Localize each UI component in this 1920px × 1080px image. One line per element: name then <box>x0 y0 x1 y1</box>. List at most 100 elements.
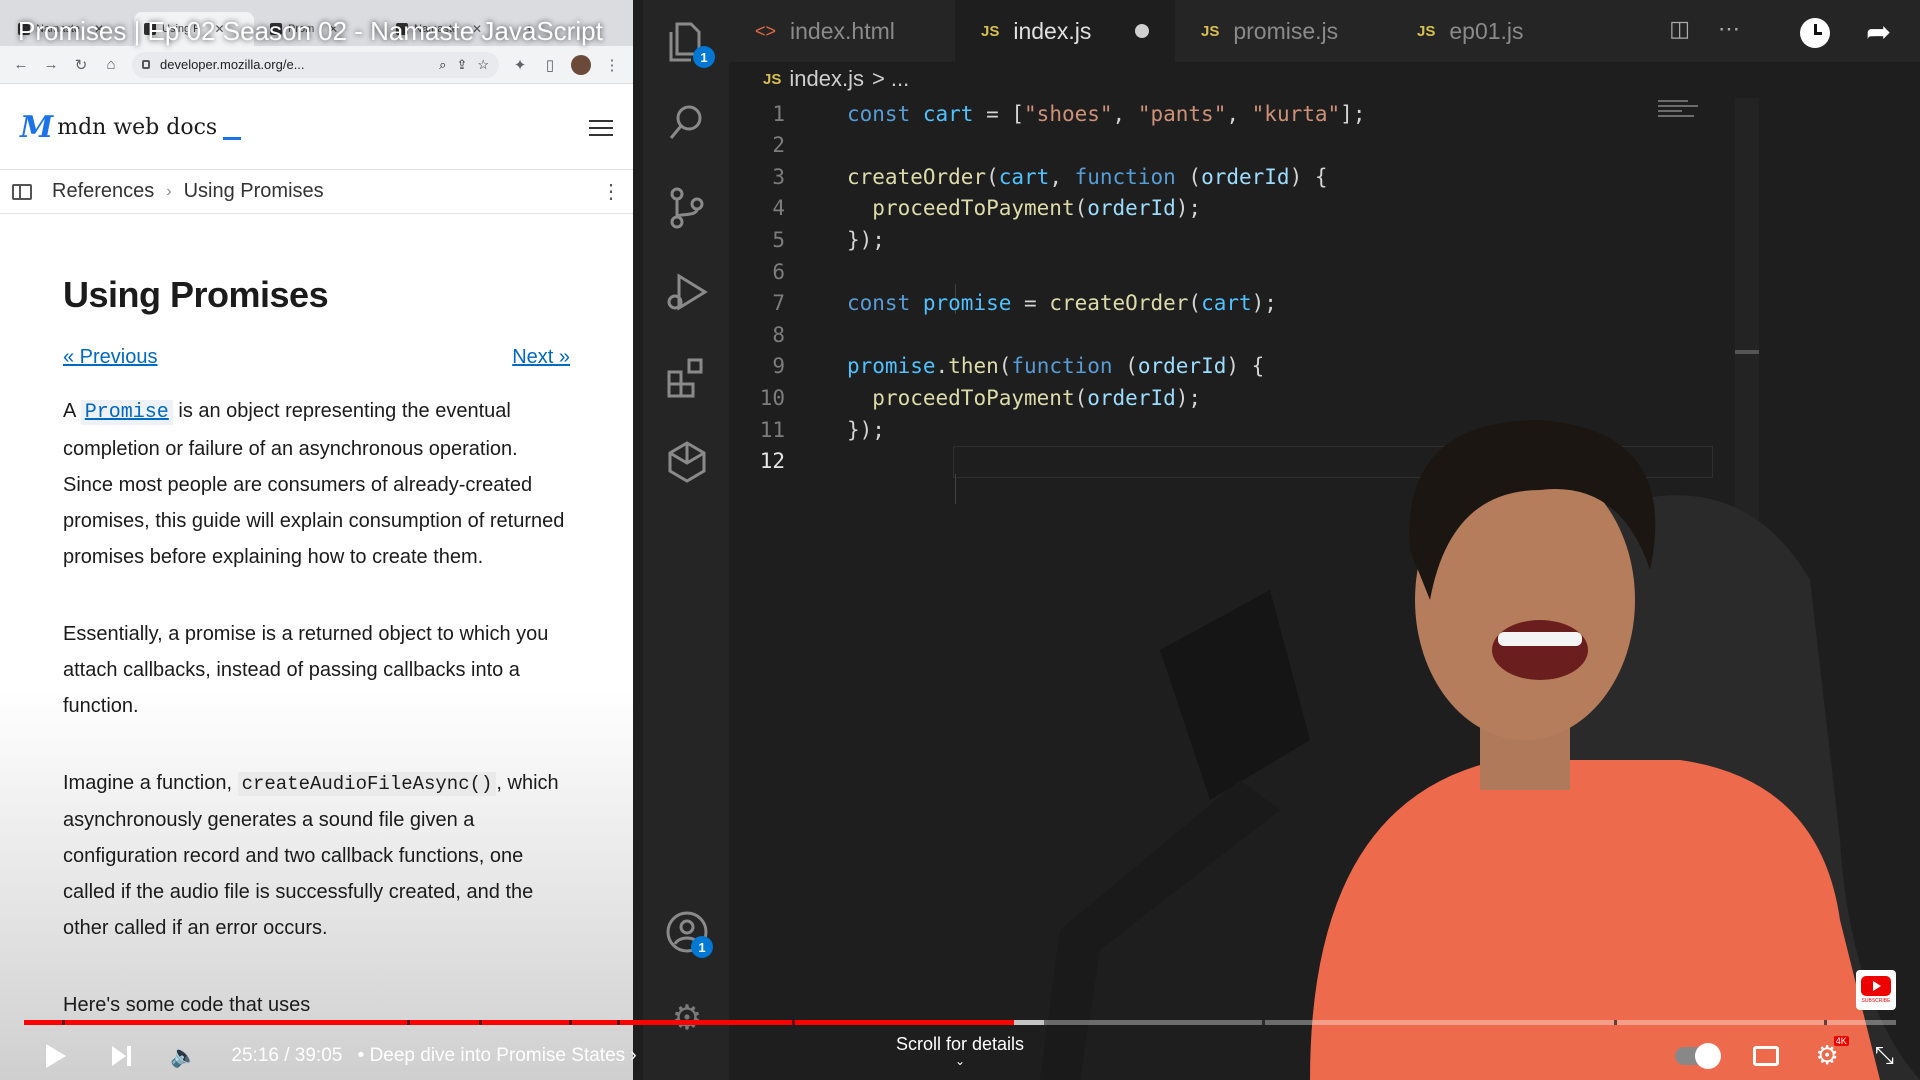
scroll-hint-text: Scroll for details <box>895 1034 1025 1054</box>
play-icon[interactable] <box>46 1044 66 1068</box>
tab-index-js[interactable]: JS index.js <box>955 0 1175 62</box>
next-video-icon[interactable] <box>112 1044 134 1068</box>
teeth-shape <box>1498 632 1582 646</box>
token: cart <box>998 164 1050 189</box>
prev-next-nav: « Previous Next » <box>63 346 570 369</box>
breadcrumb-file[interactable]: index.js <box>789 66 864 92</box>
token: = [ <box>973 101 1025 126</box>
chapter-divider <box>62 1020 65 1025</box>
tab-promise-js[interactable]: JS promise.js <box>1175 0 1391 62</box>
time-total: 39:05 <box>294 1045 343 1066</box>
scrollbar-thumb[interactable] <box>1735 350 1759 354</box>
chapter-title[interactable]: Deep dive into Promise States › <box>370 1045 637 1067</box>
token: . <box>935 354 949 379</box>
sidepanel-icon[interactable]: ▯ <box>541 56 559 74</box>
share-icon[interactable]: ➦ <box>1866 18 1900 48</box>
line-number: 8 <box>772 322 785 347</box>
token: , <box>1049 164 1075 189</box>
chapter-divider <box>792 1020 795 1025</box>
tab-ep01-js[interactable]: JS ep01.js <box>1391 0 1607 62</box>
breadcrumb-item-references[interactable]: References <box>52 180 154 203</box>
token: orderId <box>1137 354 1227 379</box>
reload-icon[interactable]: ↻ <box>72 56 90 74</box>
bookmark-star-icon[interactable]: ☆ <box>477 57 489 73</box>
forward-icon[interactable]: → <box>42 56 60 73</box>
mdn-logo-text[interactable]: mdn web docs <box>57 115 217 140</box>
video-frame: Namaste ✕ Using P ✕ Prom ✕ Namaste ✕ + ← <box>0 0 1920 1080</box>
token: ) { <box>1289 164 1328 189</box>
token: ( <box>998 354 1012 379</box>
chapter-divider <box>1262 1020 1265 1025</box>
paragraph-essentially: Essentially, a promise is a returned obj… <box>63 623 549 717</box>
exit-fullscreen-icon[interactable]: ⤡ <box>1875 1042 1894 1070</box>
extensions-icon[interactable] <box>665 356 709 400</box>
autoplay-toggle[interactable] <box>1675 1042 1722 1069</box>
more-options-icon[interactable]: ⋮ <box>601 179 621 204</box>
browser-menu-icon[interactable]: ⋮ <box>603 56 621 74</box>
scroll-for-details[interactable]: Scroll for details ⌄ <box>880 1034 1040 1067</box>
watch-later-icon[interactable] <box>1800 18 1830 48</box>
activity-bar: 1 1 ⚙ <box>643 0 729 1080</box>
token: ); <box>1175 196 1202 221</box>
token: ( <box>1112 354 1138 379</box>
chapter-divider <box>617 1020 620 1025</box>
tab-label: index.js <box>1013 17 1092 44</box>
indent-guide <box>955 474 956 504</box>
subscribe-watermark[interactable]: SUBSCRIBE <box>1856 970 1896 1010</box>
line-number: 2 <box>772 133 785 158</box>
breadcrumb-rest[interactable]: > ... <box>872 66 909 92</box>
back-icon[interactable]: ← <box>12 56 30 73</box>
next-link[interactable]: Next » <box>512 346 570 369</box>
tab-index-html[interactable]: <> index.html <box>729 0 955 62</box>
js-file-icon: JS <box>981 22 1000 40</box>
profile-avatar[interactable] <box>571 54 591 75</box>
token: "shoes" <box>1024 101 1113 126</box>
progress-bar[interactable] <box>24 1020 1896 1025</box>
home-icon[interactable]: ⌂ <box>102 56 120 73</box>
token: "pants" <box>1137 101 1227 126</box>
token: ( <box>1074 196 1088 221</box>
hamburger-menu-icon[interactable] <box>589 115 613 141</box>
token: createOrder <box>847 164 987 189</box>
captions-icon[interactable] <box>1753 1045 1780 1066</box>
line-number: 10 <box>759 385 785 410</box>
token: , <box>1112 101 1138 126</box>
line-number-current: 12 <box>759 449 785 474</box>
more-actions-icon[interactable]: ⋯ <box>1718 16 1740 42</box>
mdn-header: M mdn web docs <box>0 86 633 170</box>
token: cart <box>1201 291 1252 316</box>
breadcrumb-item-current[interactable]: Using Promises <box>184 180 324 203</box>
line-number: 5 <box>772 227 785 252</box>
code-line: 5 }); <box>729 224 1729 255</box>
time-current: 25:16 <box>231 1045 279 1066</box>
presenter-video <box>1040 420 1920 1080</box>
settings-icon[interactable]: ⚙ 4K <box>1815 1036 1849 1071</box>
share-page-icon[interactable]: ⇪ <box>456 57 467 73</box>
line-number: 4 <box>772 196 785 221</box>
promise-link[interactable]: Promise <box>80 400 173 425</box>
tab-label: promise.js <box>1233 17 1339 44</box>
line-number: 11 <box>759 417 785 442</box>
address-bar[interactable]: developer.mozilla.org/e... ⌕ ⇪ ☆ <box>132 51 499 78</box>
volume-icon[interactable]: 🔈 <box>170 1043 197 1069</box>
token: createOrder <box>1049 291 1189 316</box>
sidebar-toggle-icon[interactable] <box>12 183 32 200</box>
split-editor-icon[interactable]: ◫ <box>1669 16 1690 42</box>
zoom-icon[interactable]: ⌕ <box>439 57 446 73</box>
extension-icon[interactable]: ✦ <box>511 56 529 74</box>
token: promise <box>847 354 936 379</box>
top-actions: ➦ <box>1800 18 1900 48</box>
search-icon[interactable] <box>665 100 709 144</box>
paragraph-intro: A Promise is an object representing the … <box>63 393 570 575</box>
source-control-icon[interactable] <box>665 186 709 230</box>
previous-link[interactable]: « Previous <box>63 346 158 369</box>
minimap[interactable] <box>1658 100 1698 122</box>
token: then <box>948 354 999 379</box>
mdn-logo-icon[interactable]: M <box>20 110 53 145</box>
token: , <box>1226 101 1252 126</box>
run-debug-icon[interactable] <box>665 270 709 314</box>
video-title[interactable]: Promises | Ep 02 Season 02 - Namaste Jav… <box>18 16 603 47</box>
remote-explorer-icon[interactable] <box>665 440 709 484</box>
unsaved-dot-icon[interactable] <box>1135 24 1150 38</box>
